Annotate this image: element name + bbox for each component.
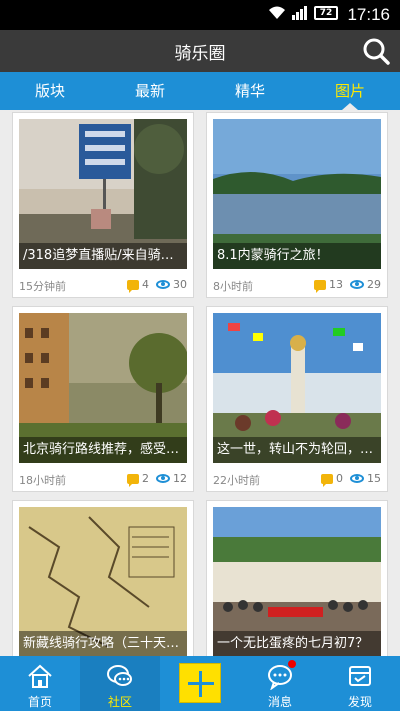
home-icon — [28, 664, 52, 688]
post-caption: /318追梦直播贴/来自骑… — [19, 243, 187, 269]
wifi-icon — [269, 6, 285, 19]
search-icon[interactable] — [362, 37, 390, 65]
comment-count: 4 — [142, 278, 149, 291]
bottom-nav: 首页 社区 消息 发现 — [0, 656, 400, 711]
post-time: 22小时前 — [213, 474, 260, 487]
post-card[interactable]: 这一世，转山不为轮回，… 22小时前 0 15 — [206, 306, 388, 492]
post-meta: 22小时前 0 15 — [207, 469, 387, 489]
post-caption: 8.1内蒙骑行之旅！ — [213, 243, 381, 269]
unread-dot — [288, 660, 296, 668]
post-caption: 新藏线骑行攻略（三十天… — [19, 631, 187, 656]
discover-icon — [349, 666, 371, 686]
comment-count: 13 — [329, 278, 343, 291]
post-caption: 北京骑行路线推荐，感受… — [19, 437, 187, 463]
post-time: 8小时前 — [213, 280, 253, 293]
comment-icon — [321, 473, 333, 487]
nav-post[interactable] — [160, 656, 240, 711]
view-count: 15 — [367, 472, 381, 485]
view-icon — [350, 280, 364, 289]
post-meta: 8小时前 13 29 — [207, 275, 387, 295]
nav-community[interactable]: 社区 — [80, 656, 160, 711]
chat-icon — [107, 665, 132, 686]
map-photo: 新藏线骑行攻略（三十天… — [19, 507, 187, 656]
nav-label: 首页 — [27, 695, 52, 709]
post-card[interactable]: 新藏线骑行攻略（三十天… — [12, 500, 194, 656]
nav-messages[interactable]: 消息 — [240, 656, 320, 711]
post-meta: 18小时前 2 12 — [13, 469, 193, 489]
lake-photo: 8.1内蒙骑行之旅！ — [213, 119, 381, 269]
nav-home[interactable]: 首页 — [0, 656, 80, 711]
group-photo: 一个无比蛋疼的七月初7？ — [213, 507, 381, 656]
title-bar: 骑乐圈 — [0, 30, 400, 72]
comment-icon — [127, 279, 139, 293]
view-icon — [156, 280, 170, 289]
plus-icon[interactable] — [179, 663, 221, 703]
nav-label: 发现 — [347, 695, 372, 709]
nav-label: 社区 — [107, 695, 132, 709]
view-count: 30 — [173, 278, 187, 291]
prayer-flags-photo: 这一世，转山不为轮回，… — [213, 313, 381, 463]
nav-label: 消息 — [267, 695, 292, 709]
post-time: 18小时前 — [19, 474, 66, 487]
post-card[interactable]: /318追梦直播贴/来自骑… 15分钟前 4 30 — [12, 112, 194, 298]
post-stats: 2 12 — [127, 472, 187, 487]
category-tabs: 版块 最新 精华 图片 — [0, 72, 400, 110]
post-card[interactable]: 北京骑行路线推荐，感受… 18小时前 2 12 — [12, 306, 194, 492]
comment-icon — [127, 473, 139, 487]
comment-count: 2 — [142, 472, 149, 485]
building-photo: 北京骑行路线推荐，感受… — [19, 313, 187, 463]
road-sign-photo: /318追梦直播贴/来自骑… — [19, 119, 187, 269]
view-count: 12 — [173, 472, 187, 485]
view-icon — [350, 474, 364, 483]
tab-latest[interactable]: 最新 — [100, 72, 200, 110]
page-title: 骑乐圈 — [174, 44, 226, 64]
post-card[interactable]: 一个无比蛋疼的七月初7？ — [206, 500, 388, 656]
tab-pictures[interactable]: 图片 — [300, 72, 400, 110]
post-stats: 4 30 — [127, 278, 187, 293]
post-stats: 13 29 — [314, 278, 381, 293]
photo-grid: /318追梦直播贴/来自骑… 15分钟前 4 30 8.1内蒙骑行之旅！ 8小时… — [0, 110, 400, 656]
post-card[interactable]: 8.1内蒙骑行之旅！ 8小时前 13 29 — [206, 112, 388, 298]
status-bar: 72 17:16 — [0, 0, 400, 30]
post-stats: 0 15 — [321, 472, 381, 487]
post-meta: 15分钟前 4 30 — [13, 275, 193, 295]
comment-icon — [314, 279, 326, 293]
battery-icon: 72 — [314, 6, 338, 20]
tab-sections[interactable]: 版块 — [0, 72, 100, 110]
clock: 17:16 — [347, 5, 390, 24]
nav-discover[interactable]: 发现 — [320, 656, 400, 711]
post-caption: 这一世，转山不为轮回，… — [213, 437, 381, 463]
view-icon — [156, 474, 170, 483]
view-count: 29 — [367, 278, 381, 291]
post-time: 15分钟前 — [19, 280, 66, 293]
signal-icon — [292, 6, 307, 20]
tab-featured[interactable]: 精华 — [200, 72, 300, 110]
status-icons: 72 — [268, 6, 338, 20]
comment-count: 0 — [336, 472, 343, 485]
post-caption: 一个无比蛋疼的七月初7？ — [213, 631, 381, 656]
